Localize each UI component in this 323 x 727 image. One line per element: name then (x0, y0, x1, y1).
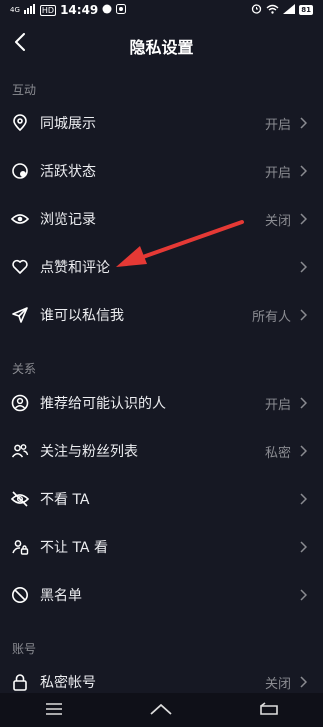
setting-value: 关闭 (264, 213, 291, 229)
eye-off-icon (10, 489, 30, 509)
setting-value: 开启 (264, 117, 291, 133)
setting-value: 开启 (264, 165, 291, 181)
setting-row-browsing-history[interactable]: 浏览记录 关闭 (0, 195, 323, 243)
header: 隐私设置 (0, 22, 323, 66)
home-icon (150, 701, 173, 720)
home-button[interactable] (141, 695, 181, 725)
setting-row-likes-and-comments[interactable]: 点赞和评论 (0, 243, 323, 291)
setting-row-who-can-message[interactable]: 谁可以私信我 所有人 (0, 291, 323, 339)
app-notification-icon (116, 3, 127, 17)
setting-label: 浏览记录 (40, 212, 96, 228)
block-icon (10, 585, 30, 605)
setting-label: 谁可以私信我 (40, 308, 124, 324)
alarm-icon (251, 3, 262, 17)
menu-icon (45, 701, 63, 720)
setting-label: 关注与粉丝列表 (40, 444, 138, 460)
chevron-right-icon (299, 675, 309, 689)
chevron-right-icon (299, 308, 309, 322)
chevron-right-icon (299, 212, 309, 226)
person-lock-icon (10, 537, 30, 557)
menu-button[interactable] (34, 695, 74, 725)
setting-label: 活跃状态 (40, 164, 96, 180)
chevron-right-icon (299, 540, 309, 554)
back-nav-button[interactable] (249, 695, 289, 725)
wifi-icon (266, 3, 279, 17)
setting-label: 不看 TA (40, 492, 90, 508)
setting-label: 黑名单 (40, 588, 82, 604)
battery-level: 81 (299, 5, 313, 15)
active-status-icon (10, 161, 30, 181)
setting-row-nearby-display[interactable]: 同城展示 开启 (0, 99, 323, 147)
setting-value: 所有人 (251, 309, 291, 325)
setting-label: 点赞和评论 (40, 260, 110, 276)
chevron-right-icon (299, 588, 309, 602)
setting-value: 私密 (264, 445, 291, 461)
section-title-account: 账号 (12, 642, 37, 656)
setting-label: 推荐给可能认识的人 (40, 396, 166, 412)
setting-label: 同城展示 (40, 116, 96, 132)
chevron-right-icon (299, 164, 309, 178)
setting-row-follow-and-fans-list[interactable]: 关注与粉丝列表 私密 (0, 427, 323, 475)
message-icon (102, 3, 112, 17)
section-title-relations: 关系 (12, 362, 37, 376)
setting-value: 开启 (264, 397, 291, 413)
setting-row-active-status[interactable]: 活跃状态 开启 (0, 147, 323, 195)
heart-icon (10, 257, 30, 277)
status-bar: 4G HD 14:49 81 (0, 0, 323, 20)
network-indicator: 4G (10, 5, 20, 14)
hd-badge: HD (39, 4, 57, 16)
setting-label: 私密帐号 (40, 675, 96, 691)
setting-row-recommend-to-acquaintances[interactable]: 推荐给可能认识的人 开启 (0, 379, 323, 427)
clock: 14:49 (60, 3, 99, 17)
back-nav-icon (258, 701, 280, 720)
send-icon (10, 305, 30, 325)
chevron-right-icon (299, 396, 309, 410)
person-circle-icon (10, 393, 30, 413)
chevron-right-icon (299, 492, 309, 506)
people-icon (10, 441, 30, 461)
setting-row-hide-their-content[interactable]: 不看 TA (0, 475, 323, 523)
location-pin-icon (10, 113, 30, 133)
setting-label: 不让 TA 看 (40, 540, 108, 556)
setting-row-blacklist[interactable]: 黑名单 (0, 571, 323, 619)
setting-row-hide-my-content[interactable]: 不让 TA 看 (0, 523, 323, 571)
system-navigation-bar (0, 693, 323, 727)
setting-value: 关闭 (264, 676, 291, 692)
page-title: 隐私设置 (129, 38, 194, 57)
lock-icon (10, 672, 30, 692)
chevron-right-icon (299, 116, 309, 130)
signal-strength-icon (283, 3, 296, 17)
chevron-right-icon (299, 444, 309, 458)
eye-icon (10, 209, 30, 229)
signal-icon (23, 3, 36, 17)
chevron-right-icon (299, 260, 309, 274)
section-title-interaction: 互动 (12, 83, 37, 97)
